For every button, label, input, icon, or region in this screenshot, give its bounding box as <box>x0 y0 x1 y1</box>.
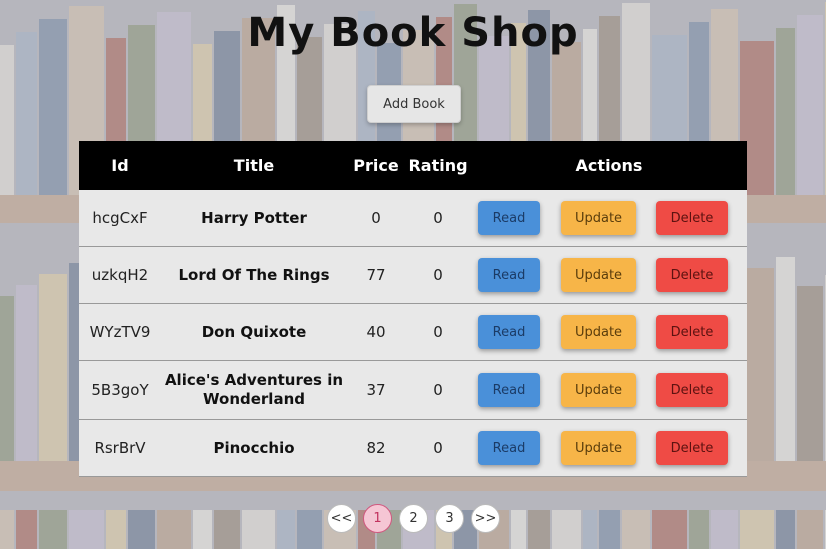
read-button[interactable]: Read <box>478 373 540 407</box>
table-body: hcgCxF Harry Potter 0 0 Read Update Delete uzkq… <box>79 190 747 477</box>
read-button[interactable]: Read <box>478 258 540 292</box>
prev-page-button[interactable]: << <box>327 504 356 533</box>
book-price: 37 <box>366 381 386 399</box>
page-button-2[interactable]: 2 <box>399 504 428 533</box>
delete-button[interactable]: Delete <box>656 431 728 465</box>
read-button[interactable]: Read <box>478 431 540 465</box>
update-button[interactable]: Update <box>561 431 636 465</box>
page-title: My Book Shop <box>247 10 579 56</box>
add-book-button[interactable]: Add Book <box>367 85 461 123</box>
update-button[interactable]: Update <box>561 201 636 235</box>
row-actions: Read Update Delete <box>471 258 747 292</box>
read-button[interactable]: Read <box>478 315 540 349</box>
book-id: 5B3goY <box>91 381 149 399</box>
book-title: Harry Potter <box>201 208 307 227</box>
book-rating: 0 <box>433 439 443 457</box>
page-button-3[interactable]: 3 <box>435 504 464 533</box>
update-button[interactable]: Update <box>561 258 636 292</box>
column-header-title: Title <box>233 156 275 175</box>
table-header: Id Title Price Rating Actions <box>79 141 747 190</box>
book-price: 0 <box>371 209 381 227</box>
books-table: Id Title Price Rating Actions hcgCxF Harr… <box>79 141 747 477</box>
delete-button[interactable]: Delete <box>656 373 728 407</box>
column-header-price: Price <box>353 156 399 175</box>
table-row: uzkqH2 Lord Of The Rings 77 0 Read Update Dele… <box>79 247 747 304</box>
column-header-actions: Actions <box>575 156 643 175</box>
book-title: Alice's Adventures in Wonderland <box>164 371 344 408</box>
book-rating: 0 <box>433 266 443 284</box>
book-id: uzkqH2 <box>91 266 149 284</box>
table-row: WYzTV9 Don Quixote 40 0 Read Update Delete <box>79 304 747 361</box>
row-actions: Read Update Delete <box>471 201 747 235</box>
book-id: RsrBrV <box>94 439 146 457</box>
book-price: 40 <box>366 323 386 341</box>
book-id: WYzTV9 <box>89 323 151 341</box>
book-price: 82 <box>366 439 386 457</box>
page-button-1[interactable]: 1 <box>363 504 392 533</box>
delete-button[interactable]: Delete <box>656 201 728 235</box>
book-title: Lord Of The Rings <box>178 265 330 284</box>
column-header-rating: Rating <box>408 156 468 175</box>
update-button[interactable]: Update <box>561 373 636 407</box>
column-header-id: Id <box>111 156 129 175</box>
table-row: RsrBrV Pinocchio 82 0 Read Update Delete <box>79 420 747 477</box>
delete-button[interactable]: Delete <box>656 315 728 349</box>
book-id: hcgCxF <box>92 209 148 227</box>
book-title: Don Quixote <box>201 322 307 341</box>
row-actions: Read Update Delete <box>471 431 747 465</box>
book-rating: 0 <box>433 209 443 227</box>
table-row: hcgCxF Harry Potter 0 0 Read Update Delete <box>79 190 747 247</box>
pagination: << 1 2 3 >> <box>0 504 826 534</box>
book-title: Pinocchio <box>213 438 295 457</box>
row-actions: Read Update Delete <box>471 315 747 349</box>
book-price: 77 <box>366 266 386 284</box>
row-actions: Read Update Delete <box>471 373 747 407</box>
read-button[interactable]: Read <box>478 201 540 235</box>
update-button[interactable]: Update <box>561 315 636 349</box>
next-page-button[interactable]: >> <box>471 504 500 533</box>
book-rating: 0 <box>433 323 443 341</box>
book-rating: 0 <box>433 381 443 399</box>
delete-button[interactable]: Delete <box>656 258 728 292</box>
table-row: 5B3goY Alice's Adventures in Wonderland 37… <box>79 361 747 420</box>
